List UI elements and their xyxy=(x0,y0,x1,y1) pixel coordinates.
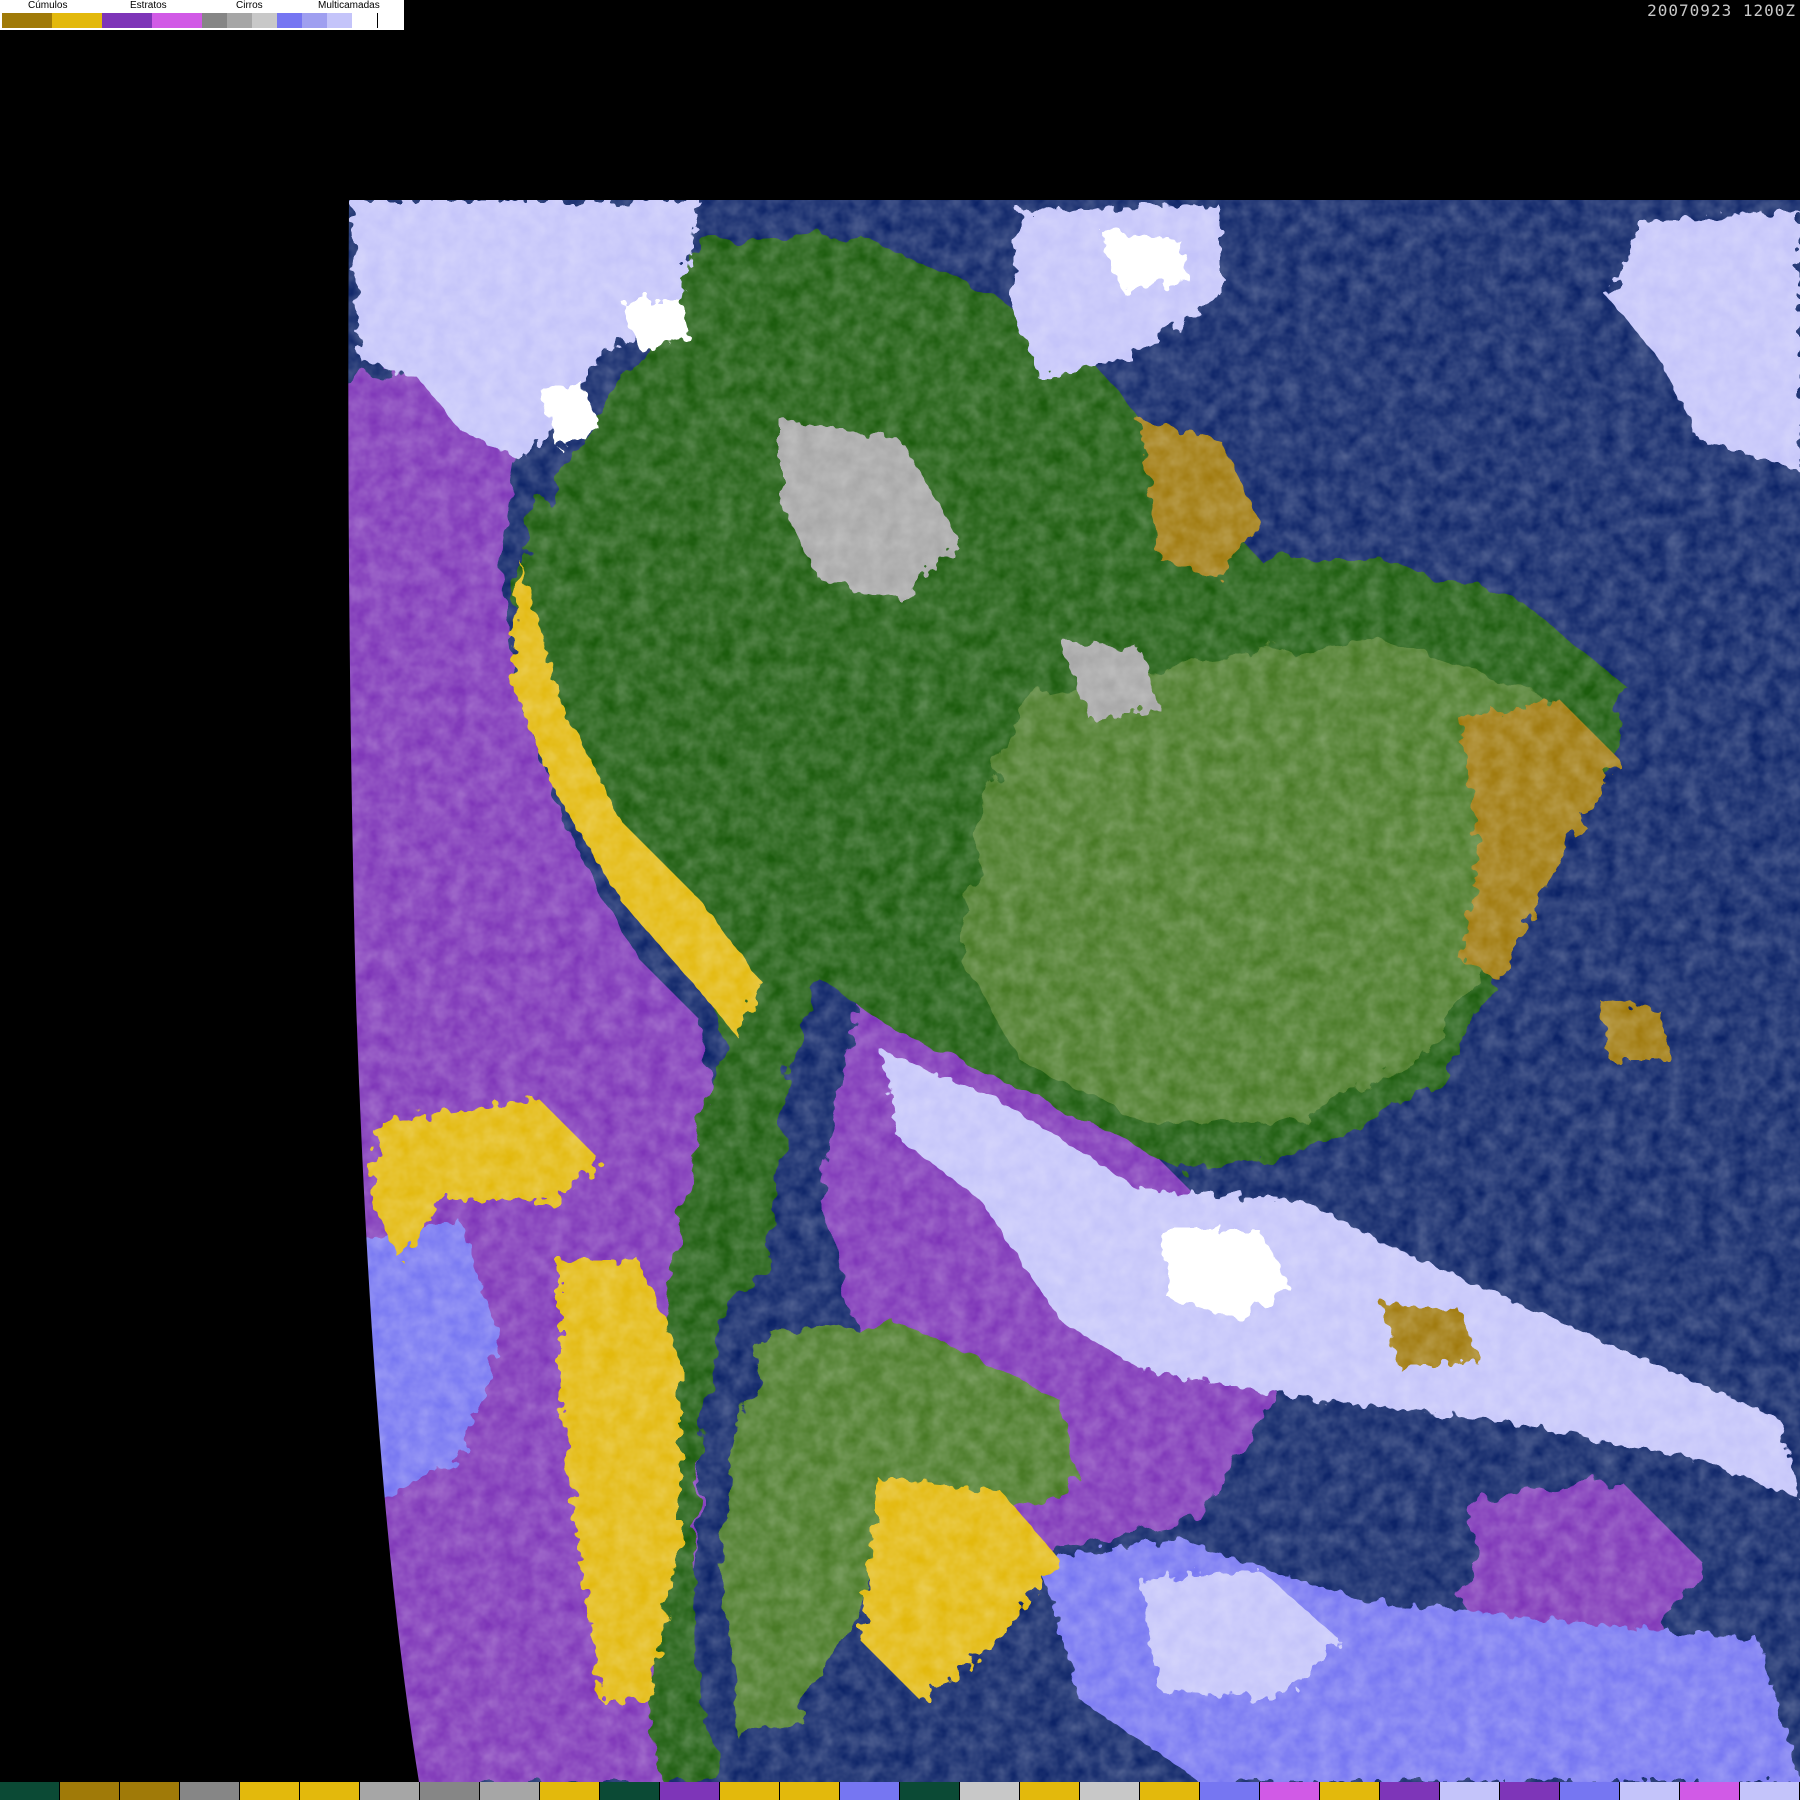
legend-swatch xyxy=(327,13,352,28)
color-bar-cell xyxy=(1080,1782,1139,1800)
color-bar-cell xyxy=(0,1782,59,1800)
legend-swatch xyxy=(152,13,202,28)
color-bar-cell xyxy=(1740,1782,1799,1800)
color-bar-cell xyxy=(1380,1782,1439,1800)
color-bar-cell xyxy=(540,1782,599,1800)
color-bar-cell xyxy=(420,1782,479,1800)
color-bar-cell xyxy=(1560,1782,1619,1800)
color-bar-cell xyxy=(1020,1782,1079,1800)
color-bar-cell xyxy=(720,1782,779,1800)
color-bar-cell xyxy=(1320,1782,1379,1800)
color-bar-cell xyxy=(360,1782,419,1800)
color-bar-cell xyxy=(1500,1782,1559,1800)
satellite-cloud-classification-map xyxy=(346,199,1800,1783)
color-bar-cell xyxy=(300,1782,359,1800)
color-bar-cell xyxy=(900,1782,959,1800)
image-timestamp: 20070923 1200Z xyxy=(1647,1,1796,20)
legend-swatch xyxy=(352,13,378,28)
legend-swatch xyxy=(52,13,102,28)
color-bar-cell xyxy=(1440,1782,1499,1800)
color-bar-cell xyxy=(1620,1782,1679,1800)
legend-label: Cirros xyxy=(236,0,263,11)
color-bar-cell xyxy=(240,1782,299,1800)
color-bar-cell xyxy=(960,1782,1019,1800)
bottom-color-bar xyxy=(0,1782,1800,1800)
legend-label: Multicamadas xyxy=(318,0,380,11)
legend-swatch xyxy=(2,13,52,28)
color-bar-cell xyxy=(480,1782,539,1800)
legend-label: Estratos xyxy=(130,0,167,11)
color-bar-cell xyxy=(660,1782,719,1800)
cloud-type-legend: Cúmulos Estratos Cirros Multicamadas xyxy=(0,0,404,30)
legend-swatch xyxy=(202,13,227,28)
legend-swatch xyxy=(302,13,327,28)
color-bar-cell xyxy=(1260,1782,1319,1800)
legend-swatch xyxy=(252,13,277,28)
color-bar-cell xyxy=(1200,1782,1259,1800)
legend-swatch xyxy=(102,13,152,28)
color-bar-cell xyxy=(180,1782,239,1800)
color-bar-cell xyxy=(1140,1782,1199,1800)
texture-overlay xyxy=(347,200,1800,1782)
color-bar-cell xyxy=(840,1782,899,1800)
color-bar-cell xyxy=(600,1782,659,1800)
color-bar-cell xyxy=(60,1782,119,1800)
legend-label: Cúmulos xyxy=(28,0,68,11)
legend-swatch xyxy=(227,13,252,28)
color-bar-cell xyxy=(1680,1782,1739,1800)
color-bar-cell xyxy=(120,1782,179,1800)
legend-swatch xyxy=(277,13,302,28)
color-bar-cell xyxy=(780,1782,839,1800)
